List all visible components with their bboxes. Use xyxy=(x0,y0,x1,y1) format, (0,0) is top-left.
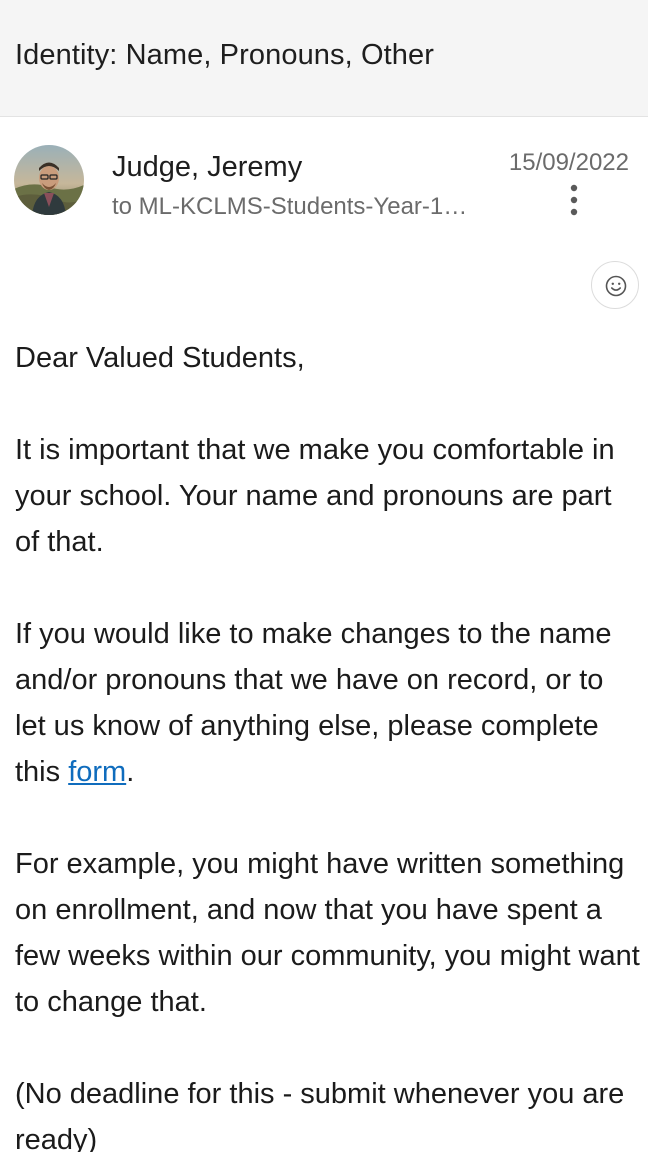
email-reading-view: Identity: Name, Pronouns, Other Judge, J… xyxy=(0,0,648,1152)
body-paragraph-3: For example, you might have written some… xyxy=(15,848,640,1018)
email-body: Dear Valued Students, It is important th… xyxy=(15,335,640,1152)
more-options-button[interactable] xyxy=(558,182,590,220)
sender-avatar[interactable] xyxy=(14,145,84,215)
body-paragraph-2: If you would like to make changes to the… xyxy=(15,611,640,795)
avatar-photo xyxy=(14,145,84,215)
paragraph-2-period: . xyxy=(126,756,135,788)
recipients-line[interactable]: to ML-KCLMS-Students-Year-1… xyxy=(112,191,497,223)
body-paragraph-4: (No deadline for this - submit whenever … xyxy=(15,1078,625,1152)
add-reaction-button[interactable] xyxy=(591,261,639,309)
sent-date: 15/09/2022 xyxy=(508,149,629,176)
sender-name[interactable]: Judge, Jeremy xyxy=(112,149,302,185)
smiley-face-icon xyxy=(605,275,627,297)
greeting: Dear Valued Students, xyxy=(15,342,305,374)
subject-header: Identity: Name, Pronouns, Other xyxy=(0,0,648,117)
email-subject: Identity: Name, Pronouns, Other xyxy=(15,39,434,71)
more-vertical-icon xyxy=(570,184,578,216)
form-link[interactable]: form xyxy=(68,756,126,788)
body-paragraph-1: It is important that we make you comfort… xyxy=(15,434,615,558)
